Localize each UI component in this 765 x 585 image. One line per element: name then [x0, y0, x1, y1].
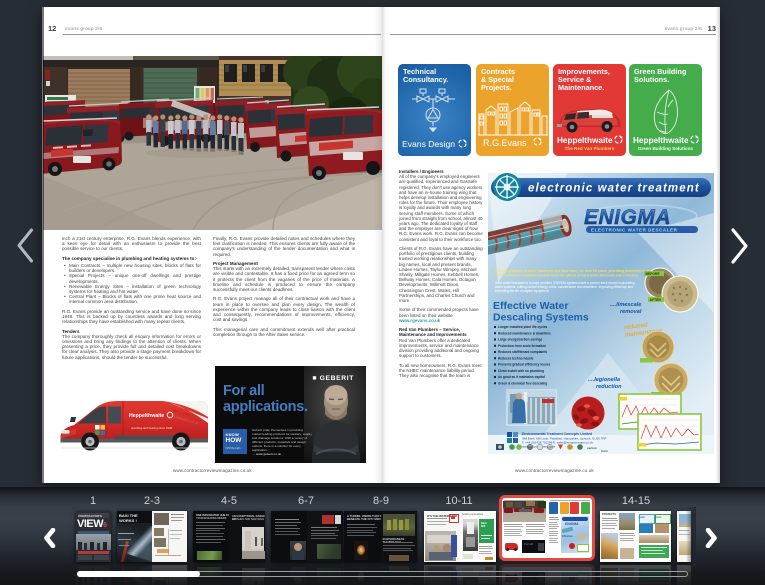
svg-text:Effective Water: Effective Water — [493, 300, 568, 312]
svg-text:Reduced maintenance & downtime: Reduced maintenance & downtime — [498, 331, 551, 335]
svg-text:AFTER: AFTER — [650, 298, 662, 302]
svg-text:plumbing and heating since 194: plumbing and heating since 1948 — [131, 426, 172, 430]
svg-text:removal: removal — [620, 309, 642, 315]
svg-text:ISO: ISO — [528, 446, 532, 450]
svg-text:Descaling Systems: Descaling Systems — [493, 312, 589, 324]
svg-text:extending the life of capital: extending the life of capital equipment. — [495, 289, 550, 293]
svg-text:NSF: NSF — [547, 446, 553, 450]
svg-text:ETC are pioneers in water trea: ETC are pioneers in water treatment and … — [495, 269, 669, 273]
svg-text:Reduces staff/tenant complaint: Reduces staff/tenant complaints — [498, 350, 547, 354]
svg-text:Reduces techno hassle: Reduces techno hassle — [498, 356, 534, 360]
svg-text:Environmental Treatment Concep: Environmental Treatment Concepts Limited — [522, 432, 592, 436]
svg-text:Green & chemical free descalin: Green & chemical free descaling — [498, 381, 547, 385]
svg-text:....limescale: ....limescale — [610, 302, 641, 308]
svg-text:....legionella: ....legionella — [588, 377, 620, 383]
svg-text:BEFORE: BEFORE — [646, 272, 661, 276]
svg-text:Protection from scale formatio: Protection from scale formation — [498, 344, 546, 348]
svg-text:As good as it maintains capita: As good as it maintains capital — [498, 375, 545, 379]
svg-text:electronic water treatment: electronic water treatment — [528, 183, 700, 195]
svg-text:Large energy/carbon savings: Large energy/carbon savings — [498, 338, 543, 342]
svg-text:commercial and industrial sect: commercial and industrial sectors from t… — [495, 274, 639, 278]
svg-text:Clean install with no plumbing: Clean install with no plumbing — [498, 369, 544, 373]
svg-text:Prevents gradual efficiency lo: Prevents gradual efficiency losses — [498, 363, 550, 367]
svg-text:ELECTRONIC WATER DESCALER: ELECTRONIC WATER DESCALER — [591, 227, 678, 232]
svg-text:Heppelthwaite: Heppelthwaite — [129, 413, 164, 419]
svg-text:ENIGMA: ENIGMA — [584, 206, 671, 229]
svg-text:Longer installed plant life cy: Longer installed plant life cycles — [498, 325, 547, 329]
svg-text:reduction: reduction — [596, 384, 622, 390]
